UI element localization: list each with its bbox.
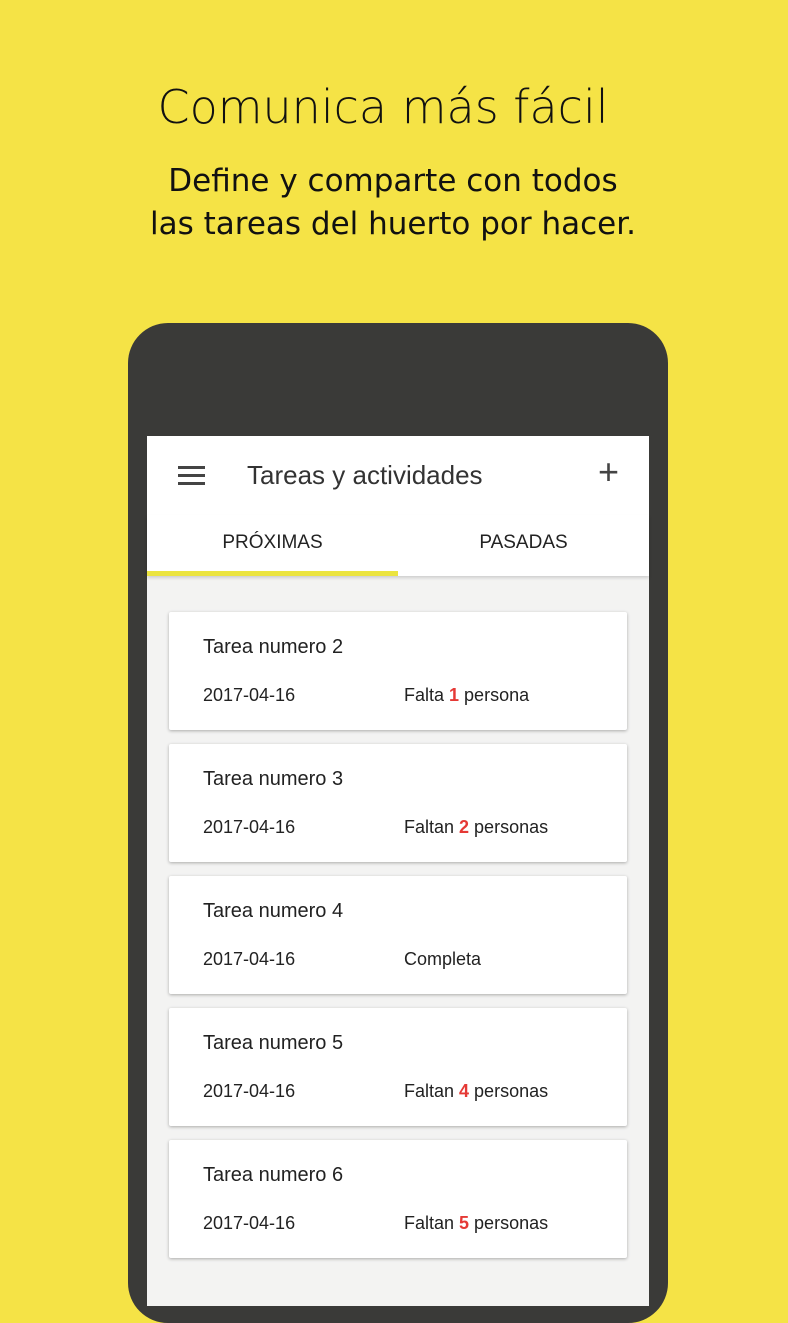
missing-count: 1	[449, 685, 460, 705]
task-title: Tarea numero 5	[203, 1032, 344, 1054]
task-status: Faltan 2 personas	[404, 817, 548, 838]
app-bar: Tareas y actividades +	[147, 436, 649, 515]
task-status: Completa	[404, 949, 481, 970]
tab-bar: PRÓXIMAS PASADAS	[147, 515, 649, 576]
app-screen: Tareas y actividades + PRÓXIMAS PASADAS …	[147, 436, 649, 1306]
task-card[interactable]: Tarea numero 2 2017-04-16 Falta 1 person…	[169, 612, 627, 730]
promo-subtitle: Define y comparte con todos las tareas d…	[0, 160, 786, 246]
tab-proximas[interactable]: PRÓXIMAS	[147, 515, 398, 576]
page-title: Tareas y actividades	[247, 460, 483, 490]
status-prefix: Faltan	[404, 1081, 460, 1101]
status-prefix: Falta	[404, 685, 450, 705]
task-date: 2017-04-16	[203, 1213, 296, 1233]
task-status: Faltan 5 personas	[404, 1213, 548, 1234]
task-card[interactable]: Tarea numero 4 2017-04-16 Completa	[169, 876, 627, 994]
task-title: Tarea numero 2	[203, 636, 344, 658]
task-card[interactable]: Tarea numero 6 2017-04-16 Faltan 5 perso…	[169, 1140, 627, 1258]
task-status: Faltan 4 personas	[404, 1081, 548, 1102]
tab-pasadas[interactable]: PASADAS	[398, 515, 649, 576]
status-prefix: Completa	[404, 949, 482, 969]
task-card[interactable]: Tarea numero 3 2017-04-16 Faltan 2 perso…	[169, 744, 627, 862]
missing-count: 5	[459, 1213, 470, 1233]
promo-line-1: Define y comparte con todos	[168, 163, 618, 199]
plus-icon[interactable]: +	[598, 454, 619, 490]
task-title: Tarea numero 6	[203, 1164, 344, 1186]
task-date: 2017-04-16	[203, 1081, 296, 1101]
status-suffix: personas	[469, 1081, 549, 1101]
task-date: 2017-04-16	[203, 685, 296, 705]
task-title: Tarea numero 4	[203, 900, 344, 922]
status-prefix: Faltan	[404, 1213, 460, 1233]
promo-headline: Comunica más fácil	[157, 80, 609, 134]
status-prefix: Faltan	[404, 817, 460, 837]
task-title: Tarea numero 3	[203, 768, 344, 790]
task-date: 2017-04-16	[203, 949, 296, 969]
task-date: 2017-04-16	[203, 817, 296, 837]
hamburger-menu-icon[interactable]	[178, 466, 205, 485]
task-card[interactable]: Tarea numero 5 2017-04-16 Faltan 4 perso…	[169, 1008, 627, 1126]
missing-count: 2	[459, 817, 470, 837]
task-status: Falta 1 persona	[404, 685, 529, 706]
promo-line-2: las tareas del huerto por hacer.	[150, 206, 636, 242]
status-suffix: personas	[469, 1213, 549, 1233]
status-suffix: personas	[469, 817, 549, 837]
status-suffix: persona	[459, 685, 530, 705]
missing-count: 4	[459, 1081, 470, 1101]
